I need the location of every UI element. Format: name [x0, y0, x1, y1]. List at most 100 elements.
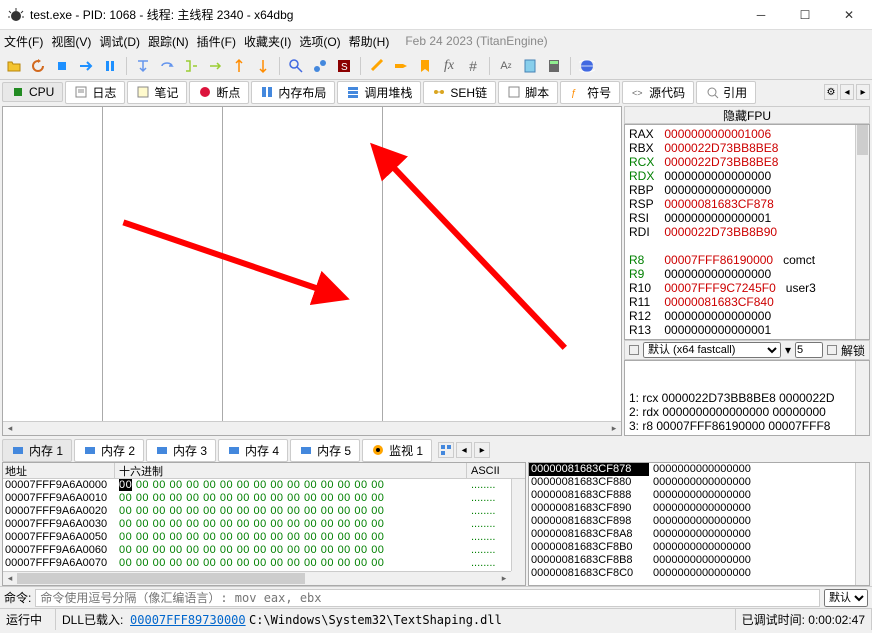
minimize-button[interactable]: ─	[746, 5, 776, 25]
hash-icon[interactable]: #	[463, 56, 483, 76]
dump-hscroll[interactable]: ◂▸	[3, 571, 511, 585]
runret-icon[interactable]	[253, 56, 273, 76]
col-addr[interactable]: 地址	[3, 463, 115, 479]
register-row[interactable]: RDX 0000000000000000	[629, 169, 865, 183]
cmd-preset[interactable]: 默认	[824, 589, 868, 607]
patches-icon[interactable]	[310, 56, 330, 76]
tab-options-icon[interactable]: ⚙	[824, 84, 838, 100]
tab-symbols[interactable]: ƒ符号	[560, 81, 620, 104]
register-row[interactable]: RCX 0000022D73BB8BE8	[629, 155, 865, 169]
dump-row[interactable]: 00007FFF9A6A007000 00 00 00 00 00 00 00 …	[3, 557, 525, 570]
label-icon[interactable]	[391, 56, 411, 76]
menu-trace[interactable]: 跟踪(N)	[148, 33, 189, 50]
arg-row[interactable]: 2: rdx 0000000000000000 00000000	[629, 405, 865, 419]
menu-options[interactable]: 选项(O)	[299, 33, 340, 50]
stack-row[interactable]: 00000081683CF8780000000000000000	[529, 463, 869, 476]
register-view[interactable]: RAX 0000000000001006RBX 0000022D73BB8BE8…	[624, 124, 870, 340]
struct-icon[interactable]	[438, 442, 454, 458]
dump-vscroll[interactable]	[511, 479, 525, 571]
tab-log[interactable]: 日志	[65, 81, 125, 104]
col-ascii[interactable]: ASCII	[467, 465, 500, 477]
dump-row[interactable]: 00007FFF9A6A002000 00 00 00 00 00 00 00 …	[3, 505, 525, 518]
status-addr-link[interactable]: 00007FFF89730000	[130, 613, 246, 627]
tracein-icon[interactable]	[181, 56, 201, 76]
tab-cpu[interactable]: CPU	[2, 82, 63, 102]
stepover-icon[interactable]	[157, 56, 177, 76]
comment-icon[interactable]	[367, 56, 387, 76]
stop-icon[interactable]	[52, 56, 72, 76]
menu-debug[interactable]: 调试(D)	[99, 33, 140, 50]
tab-dump4[interactable]: 内存 4	[218, 439, 288, 462]
register-row[interactable]: R14 0000022D73BB8BE8	[629, 337, 865, 340]
reg-vscroll[interactable]	[855, 125, 869, 339]
arg-row[interactable]: 4: r9 0000000000000000 00000000	[629, 433, 865, 436]
menu-plugins[interactable]: 插件(F)	[197, 33, 236, 50]
stack-row[interactable]: 00000081683CF8800000000000000000	[529, 476, 869, 489]
stack-row[interactable]: 00000081683CF8C00000000000000000	[529, 567, 869, 580]
run-icon[interactable]	[76, 56, 96, 76]
arg-row[interactable]: 3: r8 00007FFF86190000 00007FFF8	[629, 419, 865, 433]
traceover-icon[interactable]	[205, 56, 225, 76]
calc-icon[interactable]	[544, 56, 564, 76]
tab-seh[interactable]: SEH链	[423, 81, 496, 104]
register-row[interactable]: R13 0000000000000001	[629, 323, 865, 337]
stack-row[interactable]: 00000081683CF8900000000000000000	[529, 502, 869, 515]
stack-row[interactable]: 00000081683CF8980000000000000000	[529, 515, 869, 528]
dump-row[interactable]: 00007FFF9A6A000000 00 00 00 00 00 00 00 …	[3, 479, 525, 492]
arg-row[interactable]: 1: rcx 0000022D73BB8BE8 0000022D	[629, 391, 865, 405]
tab-notes[interactable]: 笔记	[127, 81, 187, 104]
fpu-toggle[interactable]: 隐藏FPU	[624, 106, 870, 124]
func-icon[interactable]: fx	[439, 56, 459, 76]
tab-dump3[interactable]: 内存 3	[146, 439, 216, 462]
tab-breakpoints[interactable]: 断点	[189, 81, 249, 104]
close-button[interactable]: ✕	[834, 5, 864, 25]
dump-row[interactable]: 00007FFF9A6A001000 00 00 00 00 00 00 00 …	[3, 492, 525, 505]
register-row[interactable]: RSI 0000000000000001	[629, 211, 865, 225]
register-row[interactable]: RDI 0000022D73BB8B90	[629, 225, 865, 239]
col-hex[interactable]: 十六进制	[115, 463, 467, 479]
search-icon[interactable]	[286, 56, 306, 76]
runtouser-icon[interactable]	[229, 56, 249, 76]
register-row[interactable]: RAX 0000000000001006	[629, 127, 865, 141]
tab-watch[interactable]: 监视 1	[362, 439, 432, 462]
register-row[interactable]: RSP 00000081683CF878	[629, 197, 865, 211]
disasm-hscroll[interactable]: ◂▸	[3, 421, 621, 435]
tab-dump5[interactable]: 内存 5	[290, 439, 360, 462]
open-icon[interactable]	[4, 56, 24, 76]
register-row[interactable]: R8 00007FFF86190000 comct	[629, 253, 865, 267]
dump-row[interactable]: 00007FFF9A6A005000 00 00 00 00 00 00 00 …	[3, 531, 525, 544]
scylla-icon[interactable]: S	[334, 56, 354, 76]
menu-help[interactable]: 帮助(H)	[349, 33, 390, 50]
settings-icon[interactable]	[520, 56, 540, 76]
stepinto-icon[interactable]	[133, 56, 153, 76]
lock-box[interactable]	[629, 345, 639, 355]
arg-view[interactable]: 1: rcx 0000022D73BB8BE8 0000022D2: rdx 0…	[624, 360, 870, 436]
register-row[interactable]: RBX 0000022D73BB8BE8	[629, 141, 865, 155]
command-input[interactable]	[35, 589, 820, 607]
tab-source[interactable]: <>源代码	[622, 81, 694, 104]
arg-vscroll[interactable]	[855, 361, 869, 435]
disasm-pane[interactable]: ◂▸	[2, 106, 622, 436]
stack-row[interactable]: 00000081683CF8880000000000000000	[529, 489, 869, 502]
tab-script[interactable]: 脚本	[498, 81, 558, 104]
tab-callstack[interactable]: 调用堆栈	[337, 81, 421, 104]
tab-refs[interactable]: 引用	[696, 81, 756, 104]
menu-file[interactable]: 文件(F)	[4, 33, 43, 50]
locals-icon[interactable]: ◂	[456, 442, 472, 458]
tab-scroll-left[interactable]: ◂	[840, 84, 854, 100]
stack-row[interactable]: 00000081683CF8B00000000000000000	[529, 541, 869, 554]
argcount-input[interactable]	[795, 342, 823, 358]
register-row[interactable]: RBP 0000000000000000	[629, 183, 865, 197]
pause-icon[interactable]	[100, 56, 120, 76]
restart-icon[interactable]	[28, 56, 48, 76]
bookmark-icon[interactable]	[415, 56, 435, 76]
unlock-box[interactable]	[827, 345, 837, 355]
dump-row[interactable]: 00007FFF9A6A003000 00 00 00 00 00 00 00 …	[3, 518, 525, 531]
tab-scroll-right[interactable]: ▸	[856, 84, 870, 100]
register-row[interactable]	[629, 239, 865, 253]
stack-vscroll[interactable]	[855, 463, 869, 585]
tab-memmap[interactable]: 内存布局	[251, 81, 335, 104]
register-row[interactable]: R12 0000000000000000	[629, 309, 865, 323]
stack-row[interactable]: 00000081683CF8A80000000000000000	[529, 528, 869, 541]
callconv-select[interactable]: 默认 (x64 fastcall)	[643, 342, 781, 358]
